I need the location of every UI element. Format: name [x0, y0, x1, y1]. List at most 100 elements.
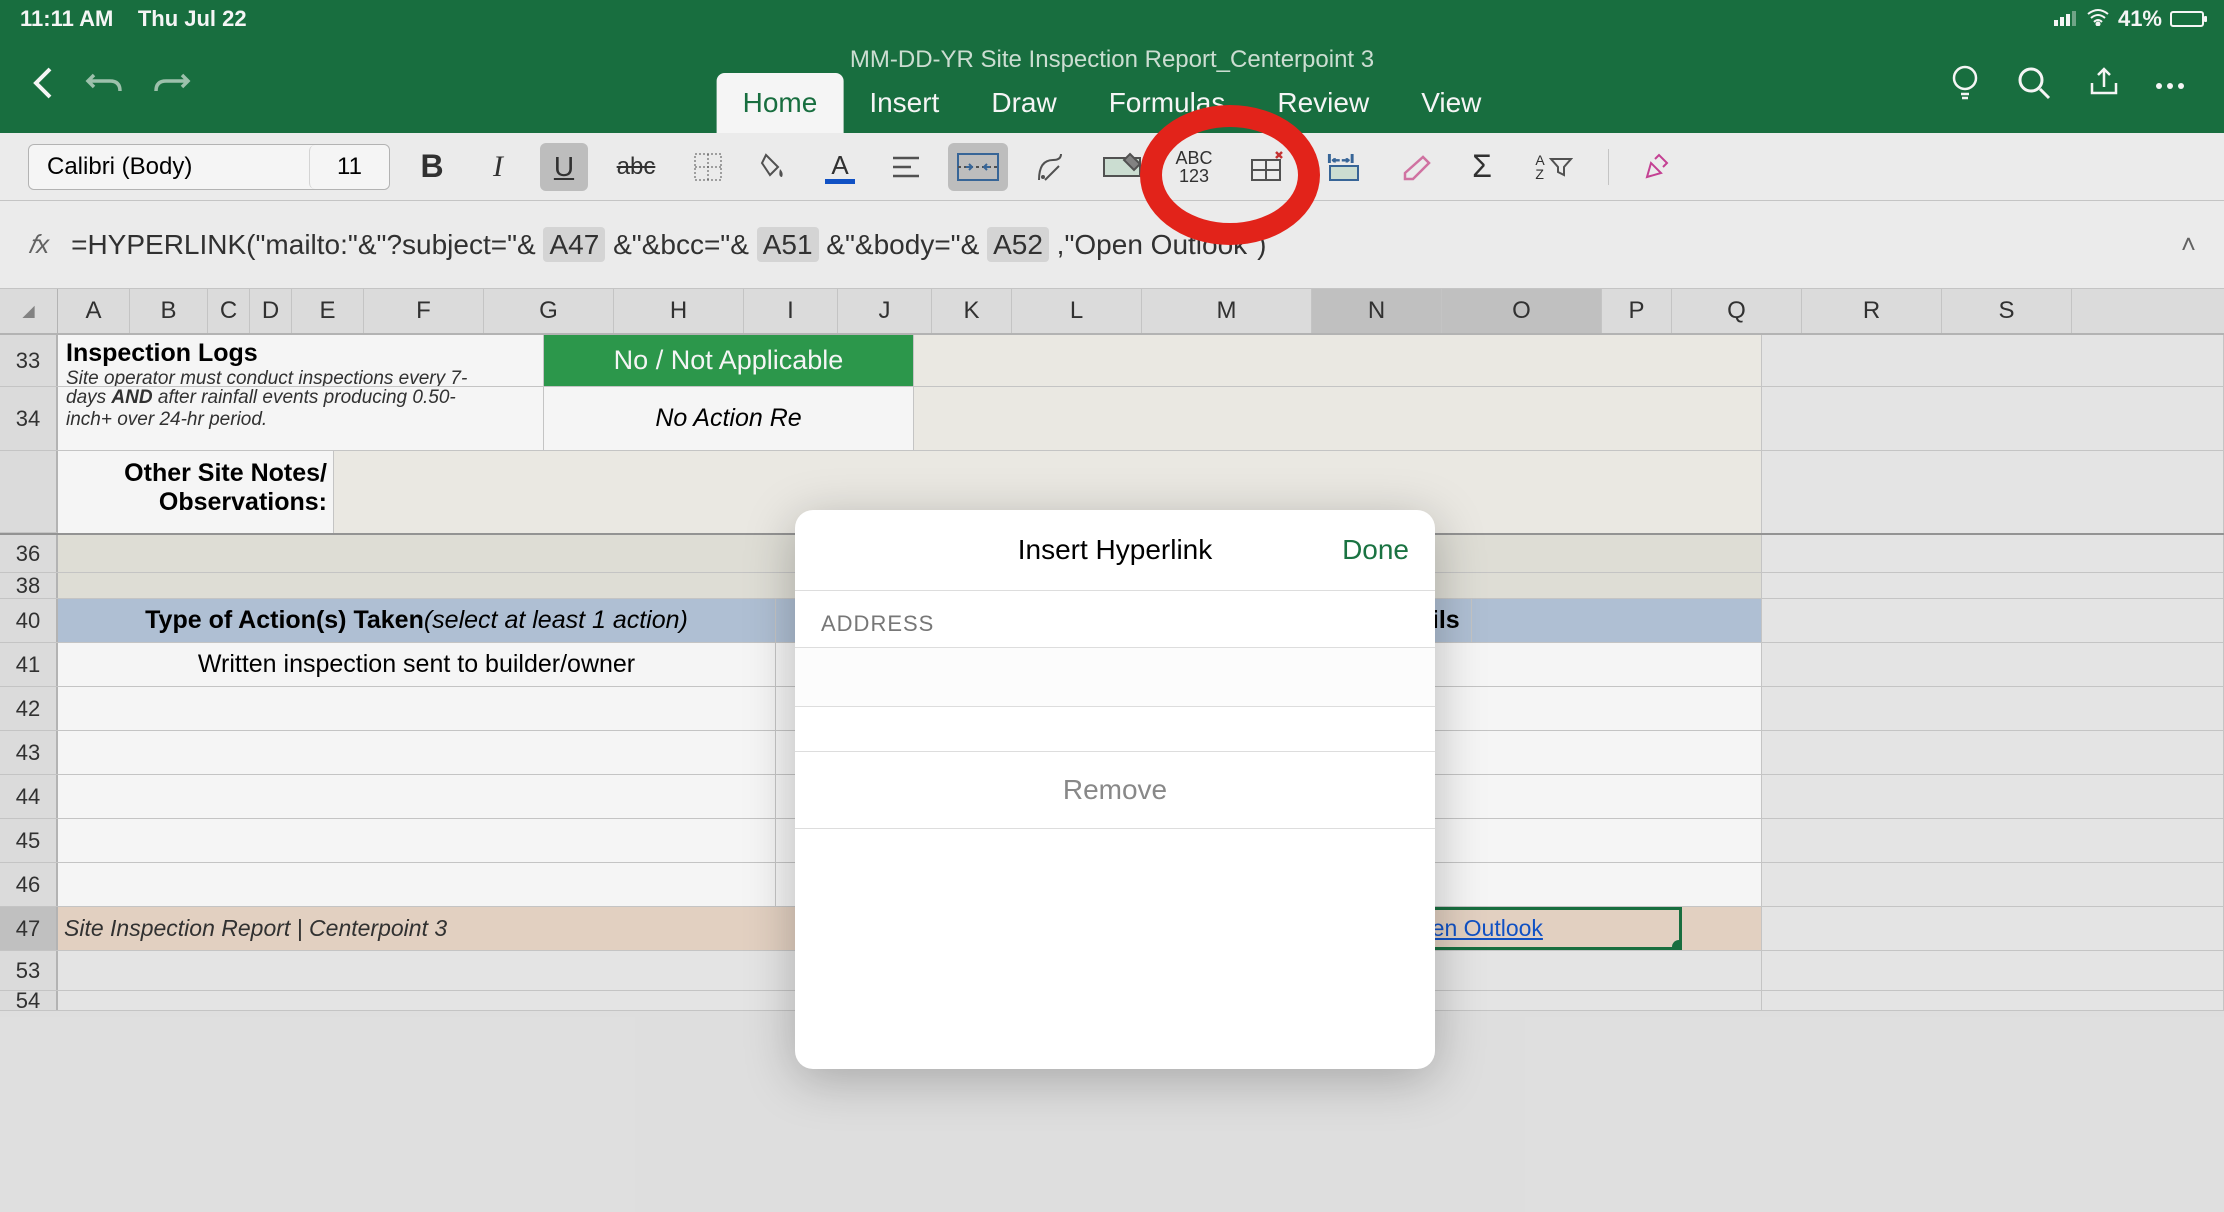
col-header[interactable]: D: [250, 289, 292, 333]
row-header[interactable]: 38: [0, 573, 58, 598]
cell-text: (select at least 1 action): [424, 606, 688, 635]
tab-view[interactable]: View: [1395, 73, 1507, 133]
select-all-corner[interactable]: ◢: [0, 289, 58, 333]
clear-button[interactable]: [1392, 143, 1440, 191]
status-time: 11:11 AM: [20, 6, 113, 31]
cell-text: days AND after rainfall events producing…: [66, 387, 535, 409]
underline-button[interactable]: U: [540, 143, 588, 191]
lightbulb-icon[interactable]: [1948, 64, 1982, 107]
address-label: ADDRESS: [795, 591, 1435, 647]
align-button[interactable]: [882, 143, 930, 191]
svg-text:I←→I: I←→I: [1328, 154, 1354, 165]
row-header[interactable]: 43: [0, 731, 58, 774]
formula-bar[interactable]: 𝑓x =HYPERLINK("mailto:"&"?subject="& A47…: [0, 201, 2224, 289]
row-header[interactable]: 34: [0, 387, 58, 450]
row-header[interactable]: 54: [0, 991, 58, 1010]
formula-text[interactable]: =HYPERLINK("mailto:"&"?subject="& A47 &"…: [71, 229, 2181, 261]
row-header[interactable]: 36: [0, 535, 58, 572]
cell-text[interactable]: Written inspection sent to builder/owner: [58, 643, 776, 686]
status-date: Thu Jul 22: [138, 6, 247, 31]
cell-text: Other Site Notes/: [64, 459, 327, 488]
cell-text: inch+ over 24-hr period.: [66, 409, 535, 431]
tab-review[interactable]: Review: [1251, 73, 1395, 133]
document-title: MM-DD-YR Site Inspection Report_Centerpo…: [850, 46, 1374, 74]
col-header[interactable]: P: [1602, 289, 1672, 333]
ink-button[interactable]: [1633, 143, 1681, 191]
bold-button[interactable]: B: [408, 143, 456, 191]
number-format-button[interactable]: ABC123: [1170, 143, 1218, 191]
title-bar: MM-DD-YR Site Inspection Report_Centerpo…: [0, 38, 2224, 133]
popup-title: Insert Hyperlink: [1018, 534, 1213, 566]
fx-label: 𝑓x: [28, 229, 49, 261]
format-button[interactable]: I←→I: [1314, 143, 1374, 191]
row-header[interactable]: 45: [0, 819, 58, 862]
font-size-select[interactable]: 11: [309, 145, 389, 189]
col-header[interactable]: E: [292, 289, 364, 333]
tab-formulas[interactable]: Formulas: [1083, 73, 1252, 133]
col-header[interactable]: N: [1312, 289, 1442, 333]
fill-color-button[interactable]: [750, 143, 798, 191]
cell-text: No Action Re: [544, 387, 914, 450]
col-header[interactable]: J: [838, 289, 932, 333]
redo-icon[interactable]: [152, 67, 192, 104]
font-name-select[interactable]: Calibri (Body): [29, 145, 309, 189]
col-header[interactable]: F: [364, 289, 484, 333]
col-header[interactable]: C: [208, 289, 250, 333]
col-header[interactable]: M: [1142, 289, 1312, 333]
column-headers: ◢ A B C D E F G H I J K L M N O P Q R S: [0, 289, 2224, 335]
italic-button[interactable]: I: [474, 143, 522, 191]
back-icon[interactable]: [30, 65, 56, 106]
done-button[interactable]: Done: [1342, 534, 1409, 566]
borders-button[interactable]: [684, 143, 732, 191]
search-icon[interactable]: [2016, 65, 2052, 106]
insert-delete-button[interactable]: [1236, 143, 1296, 191]
share-icon[interactable]: [2086, 65, 2122, 106]
ios-status-bar: 11:11 AM Thu Jul 22 41%: [0, 0, 2224, 38]
expand-formula-icon[interactable]: ˄: [2181, 229, 2196, 260]
more-icon[interactable]: [2156, 83, 2184, 89]
cell-text: Inspection Logs: [66, 339, 535, 368]
cell-text: Observations:: [64, 488, 327, 517]
col-header[interactable]: R: [1802, 289, 1942, 333]
row-header[interactable]: 33: [0, 335, 58, 386]
row-header[interactable]: 44: [0, 775, 58, 818]
sort-filter-button[interactable]: AZ: [1524, 143, 1584, 191]
col-header[interactable]: Q: [1672, 289, 1802, 333]
insert-hyperlink-popup: Insert Hyperlink Done ADDRESS Remove: [795, 510, 1435, 1069]
cell-dropdown[interactable]: No / Not Applicable: [544, 335, 914, 386]
cell-text: Site operator must conduct inspections e…: [66, 368, 535, 386]
address-input[interactable]: [795, 647, 1435, 707]
col-header[interactable]: B: [130, 289, 208, 333]
row-header[interactable]: 40: [0, 599, 58, 642]
remove-button[interactable]: Remove: [795, 751, 1435, 829]
col-header[interactable]: L: [1012, 289, 1142, 333]
tab-draw[interactable]: Draw: [965, 73, 1082, 133]
battery-percent: 41%: [2118, 6, 2162, 32]
undo-icon[interactable]: [84, 67, 124, 104]
col-header[interactable]: G: [484, 289, 614, 333]
row-header[interactable]: 53: [0, 951, 58, 990]
col-header[interactable]: A: [58, 289, 130, 333]
col-header[interactable]: I: [744, 289, 838, 333]
ribbon-tabs: Home Insert Draw Formulas Review View: [717, 73, 1508, 133]
currency-button[interactable]: [1026, 143, 1074, 191]
col-header[interactable]: S: [1942, 289, 2072, 333]
signal-icon: [2054, 6, 2078, 32]
cell-styles-button[interactable]: [1092, 143, 1152, 191]
row-header[interactable]: 42: [0, 687, 58, 730]
col-header[interactable]: O: [1442, 289, 1602, 333]
battery-icon: [2170, 11, 2204, 27]
merge-cells-button[interactable]: [948, 143, 1008, 191]
col-header[interactable]: H: [614, 289, 744, 333]
font-color-button[interactable]: A: [816, 143, 864, 191]
row-header[interactable]: 41: [0, 643, 58, 686]
formatting-toolbar: Calibri (Body) 11 B I U abc A ABC123 I←→…: [0, 133, 2224, 201]
col-header[interactable]: K: [932, 289, 1012, 333]
strikethrough-button[interactable]: abc: [606, 143, 666, 191]
row-header[interactable]: 47: [0, 907, 58, 950]
row-header[interactable]: 46: [0, 863, 58, 906]
wifi-icon: [2086, 6, 2110, 32]
tab-home[interactable]: Home: [717, 73, 844, 133]
tab-insert[interactable]: Insert: [843, 73, 965, 133]
autosum-button[interactable]: Σ: [1458, 143, 1506, 191]
